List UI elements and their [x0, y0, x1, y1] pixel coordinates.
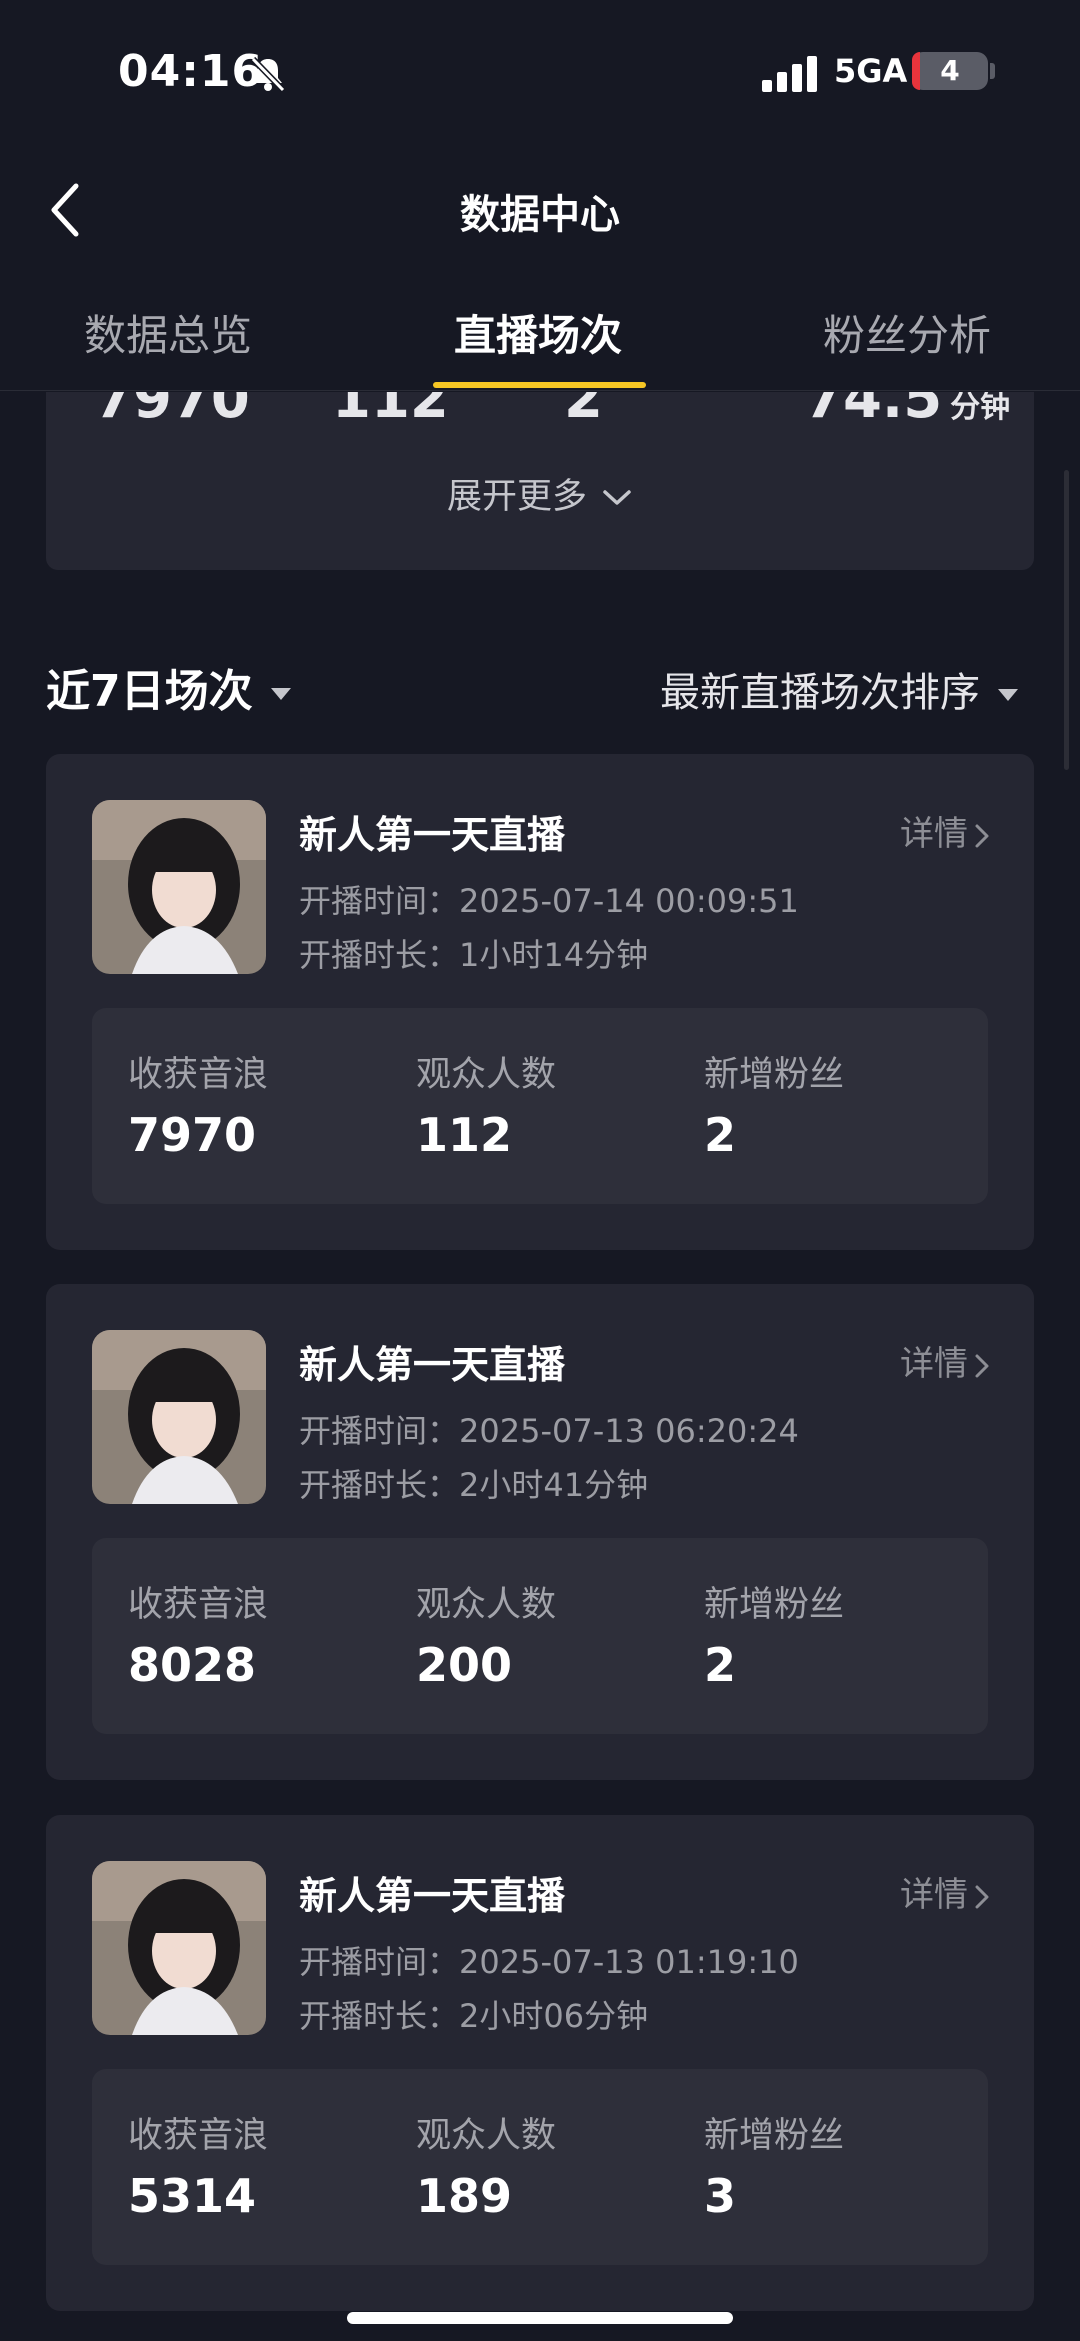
range-filter-dropdown[interactable]: 近7日场次	[46, 655, 291, 719]
battery-level: 4	[940, 54, 960, 87]
stat-label-yinlang: 收获音浪	[128, 1055, 269, 1095]
summary-value-yinlang: 7970	[94, 392, 250, 431]
stat-value-viewers: 189	[416, 2169, 513, 2223]
session-detail-link[interactable]: 详情	[900, 1336, 990, 1385]
session-card[interactable]: 新人第一天直播 详情 开播时间：2025-07-13 01:19:10 开播时长…	[46, 1815, 1034, 2311]
start-time-label: 开播时间：	[299, 1943, 460, 1981]
session-title: 新人第一天直播	[299, 813, 566, 857]
range-filter-label: 近7日场次	[46, 666, 253, 717]
tab-fan-analysis[interactable]: 粉丝分析	[823, 302, 991, 363]
duration-label: 开播时长：	[299, 1997, 460, 2035]
stat-value-yinlang: 5314	[128, 2169, 257, 2223]
duration-value: 1小时14分钟	[459, 936, 649, 974]
avatar	[92, 800, 266, 974]
signal-icon	[762, 56, 817, 92]
chevron-right-icon	[975, 824, 989, 847]
chevron-right-icon	[975, 1354, 989, 1377]
summary-value-new-fans: 2	[564, 392, 603, 431]
session-stats: 收获音浪 观众人数 新增粉丝 7970 112 2	[92, 1008, 988, 1204]
session-card[interactable]: 新人第一天直播 详情 开播时间：2025-07-14 00:09:51 开播时长…	[46, 754, 1034, 1250]
summary-duration-unit: 分钟	[950, 392, 1011, 425]
session-detail-link[interactable]: 详情	[900, 806, 990, 855]
session-card[interactable]: 新人第一天直播 详情 开播时间：2025-07-13 06:20:24 开播时长…	[46, 1284, 1034, 1780]
session-detail-link[interactable]: 详情	[900, 1867, 990, 1916]
session-start-line: 开播时间：2025-07-13 06:20:24	[299, 1406, 799, 1452]
stat-label-yinlang: 收获音浪	[128, 2116, 269, 2156]
expand-more-button[interactable]: 展开更多	[46, 468, 1034, 519]
avatar	[92, 1861, 266, 2035]
caret-down-icon	[270, 688, 291, 700]
chevron-down-icon	[603, 490, 631, 505]
stat-label-new-fans: 新增粉丝	[704, 1585, 845, 1625]
sort-label: 最新直播场次排序	[660, 670, 980, 716]
duration-label: 开播时长：	[299, 1466, 460, 1504]
session-duration-line: 开播时长：1小时14分钟	[299, 930, 648, 976]
start-time-label: 开播时间：	[299, 1412, 460, 1450]
duration-value: 2小时41分钟	[459, 1466, 649, 1504]
session-duration-line: 开播时长：2小时06分钟	[299, 1991, 648, 2037]
stat-label-viewers: 观众人数	[416, 1585, 557, 1625]
status-bar: 04:16 5GA 4	[0, 0, 1080, 150]
stat-value-new-fans: 2	[704, 1638, 737, 1692]
sort-dropdown[interactable]: 最新直播场次排序	[660, 660, 1018, 718]
detail-label: 详情	[900, 1344, 968, 1384]
start-time-value: 2025-07-13 01:19:10	[459, 1943, 799, 1981]
session-stats: 收获音浪 观众人数 新增粉丝 8028 200 2	[92, 1538, 988, 1734]
stat-value-yinlang: 7970	[128, 1108, 257, 1162]
session-stats: 收获音浪 观众人数 新增粉丝 5314 189 3	[92, 2069, 988, 2265]
stat-value-viewers: 112	[416, 1108, 513, 1162]
duration-label: 开播时长：	[299, 936, 460, 974]
active-tab-indicator	[433, 382, 646, 388]
summary-card: 7970 112 2 74.5 分钟 展开更多	[46, 392, 1034, 570]
summary-value-viewers: 112	[332, 392, 449, 431]
network-label: 5GA	[834, 52, 908, 90]
expand-more-label: 展开更多	[446, 477, 587, 517]
bell-muted-icon	[250, 56, 286, 93]
page-title: 数据中心	[460, 192, 620, 238]
start-time-value: 2025-07-14 00:09:51	[459, 882, 799, 920]
tab-overview[interactable]: 数据总览	[84, 302, 252, 363]
tab-bar: 数据总览 直播场次 粉丝分析	[0, 290, 1080, 391]
detail-label: 详情	[900, 814, 968, 854]
battery-icon: 4	[912, 52, 988, 90]
stat-label-yinlang: 收获音浪	[128, 1585, 269, 1625]
start-time-label: 开播时间：	[299, 882, 460, 920]
session-duration-line: 开播时长：2小时41分钟	[299, 1460, 648, 1506]
nav-bar: 数据中心	[0, 160, 1080, 260]
stat-value-new-fans: 2	[704, 1108, 737, 1162]
stat-label-new-fans: 新增粉丝	[704, 1055, 845, 1095]
caret-down-icon	[998, 689, 1018, 701]
home-indicator[interactable]	[347, 2312, 733, 2324]
stat-label-new-fans: 新增粉丝	[704, 2116, 845, 2156]
duration-value: 2小时06分钟	[459, 1997, 649, 2035]
session-start-line: 开播时间：2025-07-14 00:09:51	[299, 876, 799, 922]
stat-value-viewers: 200	[416, 1638, 513, 1692]
stat-value-yinlang: 8028	[128, 1638, 257, 1692]
scrollbar[interactable]	[1064, 470, 1069, 770]
chevron-right-icon	[975, 1885, 989, 1908]
detail-label: 详情	[900, 1875, 968, 1915]
stat-value-new-fans: 3	[704, 2169, 737, 2223]
avatar	[92, 1330, 266, 1504]
session-title: 新人第一天直播	[299, 1874, 566, 1918]
tab-live-sessions[interactable]: 直播场次	[454, 302, 622, 363]
session-title: 新人第一天直播	[299, 1343, 566, 1387]
battery-tip	[990, 63, 995, 79]
summary-value-duration: 74.5 分钟	[804, 392, 1011, 431]
stat-label-viewers: 观众人数	[416, 2116, 557, 2156]
stat-label-viewers: 观众人数	[416, 1055, 557, 1095]
start-time-value: 2025-07-13 06:20:24	[459, 1412, 799, 1450]
status-time: 04:16	[118, 46, 264, 97]
session-start-line: 开播时间：2025-07-13 01:19:10	[299, 1937, 799, 1983]
